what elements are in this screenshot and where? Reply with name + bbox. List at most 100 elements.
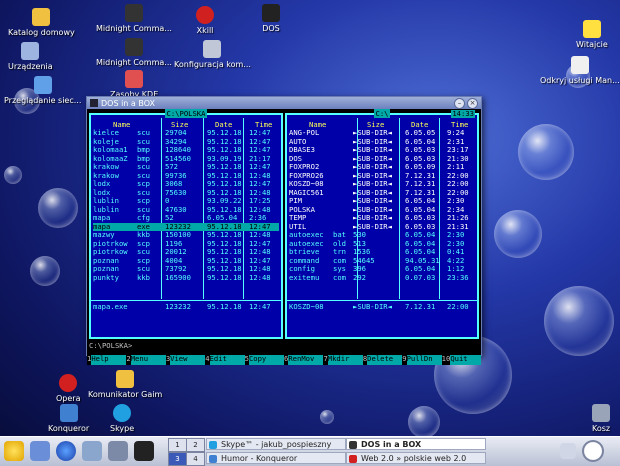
file-size: 530 xyxy=(353,230,366,239)
taskbar-task[interactable]: Skype™ - jakub_pospieszny xyxy=(206,438,346,450)
kde-resources-icon xyxy=(125,70,144,88)
info-date: 7.12.31 xyxy=(405,302,436,311)
desktop-icon-skype[interactable]: Skype xyxy=(110,404,134,434)
file-time: 9:24 xyxy=(447,128,465,137)
desktop-icon-dos[interactable]: DOS xyxy=(262,4,280,34)
taskbar-task[interactable]: Humor - Konqueror xyxy=(206,452,346,464)
pager-desktop-2[interactable]: 2 xyxy=(186,438,205,452)
browser-icon[interactable] xyxy=(56,441,76,461)
fkey-menu[interactable]: 2 Menu xyxy=(126,355,166,365)
file-time: 12:47 xyxy=(249,128,271,137)
file-row[interactable]: punkty kkb 165900 95.12.18 12:48 xyxy=(93,273,279,282)
desktop-icon-konqueror[interactable]: Konqueror xyxy=(48,404,89,434)
file-row[interactable]: krakow scu 572 95.12.18 12:47 xyxy=(93,163,279,171)
file-time: 22:00 xyxy=(447,179,469,188)
fkey-mkdir[interactable]: 7 Mkdir xyxy=(323,355,363,365)
file-ext: bat xyxy=(333,230,346,239)
desktop-icon-star[interactable]: Witajcie xyxy=(576,20,608,50)
task-label: DOS in a BOX xyxy=(361,440,422,449)
file-row[interactable]: lublin scp 0 93.09.22 17:25 xyxy=(93,197,279,205)
pager-desktop-1[interactable]: 1 xyxy=(168,438,187,452)
desktop-icon-gaim[interactable]: Komunikator Gaim xyxy=(88,370,162,400)
file-row[interactable]: btrieve trn 1536 6.05.04 0:41 xyxy=(289,248,475,256)
desktop-icon-label: Katalog domowy xyxy=(8,28,75,37)
desktop-icon-home[interactable]: Katalog domowy xyxy=(8,8,75,38)
file-row[interactable]: lodx scp 3068 95.12.18 12:47 xyxy=(93,180,279,188)
file-name: poznan xyxy=(93,264,119,273)
file-row[interactable]: kielce scu 29704 95.12.18 12:47 xyxy=(93,129,279,137)
desktop-icon[interactable] xyxy=(30,441,50,461)
file-row[interactable]: TEMP ►SUB-DIR◄ 6.05.03 21:26 xyxy=(289,214,475,222)
info-size: ►SUB-DIR◄ xyxy=(353,302,392,311)
terminal-icon xyxy=(124,38,143,56)
desktop-icon-label: Xkill xyxy=(196,26,214,35)
info-time: 22:00 xyxy=(447,302,469,311)
dos-window[interactable]: DOS in a BOX – × C:\POLSKA Name Size Date T… xyxy=(86,96,482,365)
file-time: 17:25 xyxy=(249,196,271,205)
fkey-edit[interactable]: 4 Edit xyxy=(205,355,245,365)
pager-desktop-3[interactable]: 3 xyxy=(168,452,187,466)
left-panel-path: C:\POLSKA xyxy=(164,109,208,118)
file-time: 0:41 xyxy=(447,247,465,256)
fkey-view[interactable]: 3 View xyxy=(165,355,206,365)
file-row[interactable]: DBASE3 ►SUB-DIR◄ 6.05.03 23:17 xyxy=(289,146,475,154)
left-panel[interactable]: C:\POLSKA Name Size Date Time kielce scu 29704… xyxy=(89,109,283,339)
fkey-delete[interactable]: 8 Delete xyxy=(362,355,403,365)
window-titlebar[interactable]: DOS in a BOX – × xyxy=(87,97,481,109)
file-row[interactable]: config sys 396 6.05.04 1:12 xyxy=(289,265,475,273)
file-row[interactable]: FOXPRO2 ►SUB-DIR◄ 6.05.09 2:11 xyxy=(289,163,475,171)
desktop-icon-terminal[interactable]: Midnight Comma... xyxy=(96,38,172,68)
file-row[interactable]: ANG-POL ►SUB-DIR◄ 6.05.05 9:24 xyxy=(289,129,475,137)
file-time: 2:11 xyxy=(447,162,465,171)
file-row[interactable]: piotrkow scu 20012 95.12.18 12:48 xyxy=(93,248,279,256)
desktop-icon-label: Midnight Comma... xyxy=(96,24,172,33)
fkey-copy[interactable]: 5 Copy xyxy=(244,355,285,365)
fkey-quit[interactable]: 10 Quit xyxy=(441,355,482,365)
file-row[interactable]: mazwy kkb 150100 95.12.18 12:48 xyxy=(93,231,279,239)
file-size: ►SUB-DIR◄ xyxy=(353,145,392,154)
file-ext: scp xyxy=(137,196,150,205)
command-prompt[interactable]: C:\POLSKA> xyxy=(89,342,132,350)
network-icon[interactable] xyxy=(82,441,102,461)
file-row[interactable]: autoexec bat 530 6.05.04 2:30 xyxy=(289,231,475,239)
bubble-decoration xyxy=(544,286,614,356)
taskbar-task[interactable]: DOS in a BOX xyxy=(346,438,486,450)
desktop-icon-settings[interactable]: Konfiguracja kom... xyxy=(174,40,251,70)
settings-icon[interactable] xyxy=(108,441,128,461)
konqueror-icon xyxy=(209,455,217,463)
right-panel-path: C:\ xyxy=(373,109,391,118)
desktop-icon-trash[interactable]: Kosz xyxy=(592,404,610,434)
desktop-icon-network[interactable]: Przeglądanie siec... xyxy=(4,76,81,106)
file-ext: scu xyxy=(137,247,150,256)
file-size: 0 xyxy=(165,196,170,205)
desktop-icon-computer[interactable]: Urządzenia xyxy=(8,42,53,72)
kde-menu-icon[interactable] xyxy=(4,441,24,461)
volume-icon[interactable] xyxy=(560,443,576,459)
file-row[interactable]: PIM ►SUB-DIR◄ 6.05.04 2:30 xyxy=(289,197,475,205)
right-panel[interactable]: C:\ 14:33 Name Size Date Time ANG-POL ►SUB-DI… xyxy=(285,109,479,339)
taskbar-task[interactable]: Web 2.0 » polskie web 2.0 xyxy=(346,452,486,464)
file-date: 7.12.31 xyxy=(405,179,436,188)
desktop-icon-xkill[interactable]: Xkill xyxy=(196,6,214,36)
desktop-icon-opera[interactable]: Opera xyxy=(56,374,81,404)
terminal-icon[interactable] xyxy=(134,441,154,461)
desktop-pager[interactable]: 1234 xyxy=(168,438,205,466)
file-date: 95.12.18 xyxy=(207,145,242,154)
file-date: 0.07.03 xyxy=(405,272,436,282)
star-icon xyxy=(582,20,601,38)
fkey-pulldn[interactable]: 9 PullDn xyxy=(402,355,442,365)
file-row[interactable]: exitemu com 292 0.07.03 23:36 xyxy=(289,272,475,282)
file-row[interactable]: mapa cfg 52 6.05.04 2:36 xyxy=(93,214,279,222)
file-row[interactable]: poznan scu 73792 95.12.18 12:48 xyxy=(93,265,279,273)
pager-desktop-4[interactable]: 4 xyxy=(186,452,205,466)
fkey-renmov[interactable]: 6 RenMov xyxy=(284,355,324,365)
bubble-decoration xyxy=(518,124,574,180)
file-row[interactable]: kolomaa1 bmp 128640 95.12.18 12:47 xyxy=(93,146,279,154)
clock-icon[interactable] xyxy=(582,440,604,462)
close-button[interactable]: × xyxy=(467,97,478,109)
desktop-icon-mandriva[interactable]: Odkryj usługi Man... xyxy=(540,56,620,86)
desktop-icon-terminal[interactable]: Midnight Comma... xyxy=(96,4,172,34)
minimize-button[interactable]: – xyxy=(454,97,465,109)
file-row[interactable]: KOSZD~08 ►SUB-DIR◄ 7.12.31 22:00 xyxy=(289,180,475,188)
fkey-help[interactable]: 1 Help xyxy=(87,355,127,365)
